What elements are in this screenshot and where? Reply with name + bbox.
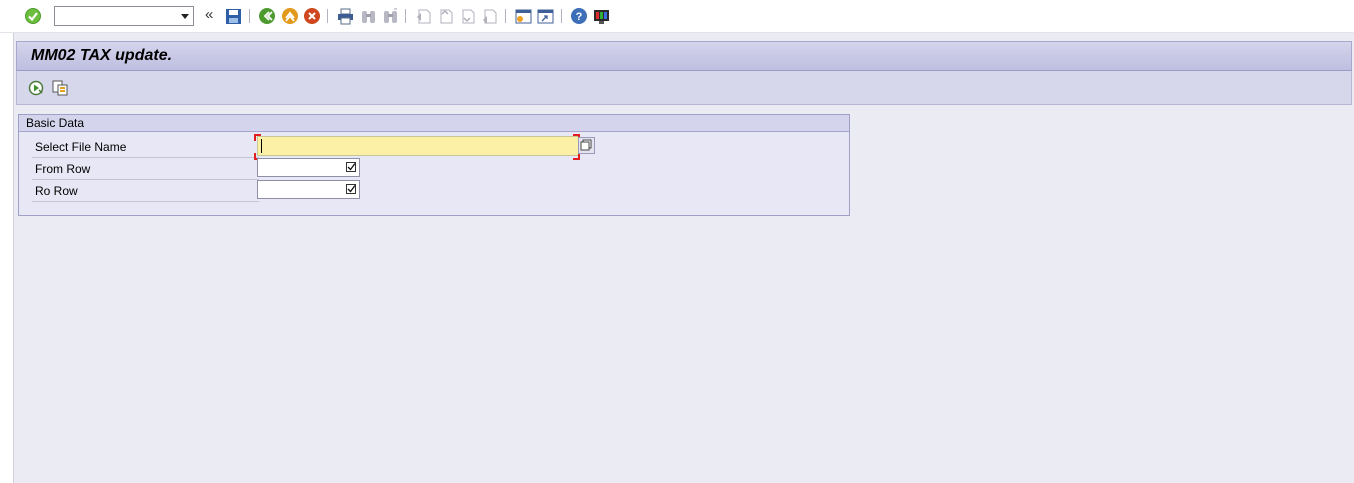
back-icon[interactable]	[257, 6, 277, 26]
print-icon[interactable]	[335, 6, 355, 26]
toolbar-separator	[249, 9, 250, 23]
main-area: MM02 TAX update. Basic Data Select File …	[13, 33, 1354, 483]
save-icon[interactable]	[223, 6, 243, 26]
checkbox-icon[interactable]	[346, 162, 356, 172]
text-cursor	[261, 139, 262, 153]
application-toolbar	[16, 71, 1352, 105]
help-icon[interactable]: ?	[569, 6, 589, 26]
shortcut-icon[interactable]	[535, 6, 555, 26]
checkbox-icon[interactable]	[346, 184, 356, 194]
customize-layout-icon[interactable]	[591, 6, 611, 26]
ro-row-row: Ro Row	[32, 180, 259, 202]
execute-icon[interactable]	[26, 78, 46, 98]
find-next-icon[interactable]	[380, 6, 400, 26]
command-field[interactable]	[54, 6, 194, 26]
chevron-down-icon[interactable]	[181, 14, 189, 19]
first-page-icon[interactable]	[413, 6, 433, 26]
select-file-name-row: Select File Name	[32, 136, 259, 158]
exit-icon[interactable]	[280, 6, 300, 26]
file-browse-button[interactable]	[578, 137, 595, 154]
toolbar-separator	[405, 9, 406, 23]
standard-toolbar: « ?	[0, 0, 1354, 33]
copy-icon	[580, 139, 592, 151]
cancel-icon[interactable]	[302, 6, 322, 26]
toolbar-separator	[505, 9, 506, 23]
select-file-name-label: Select File Name	[35, 140, 127, 154]
get-variant-icon[interactable]	[50, 78, 70, 98]
select-file-name-field[interactable]	[257, 136, 580, 156]
next-page-icon[interactable]	[457, 6, 477, 26]
toolbar-separator	[561, 9, 562, 23]
collapse-command-field-button[interactable]: «	[205, 6, 213, 24]
required-marker	[254, 134, 261, 141]
enter-icon[interactable]	[23, 6, 43, 26]
title-bar: MM02 TAX update.	[16, 41, 1352, 71]
previous-page-icon[interactable]	[435, 6, 455, 26]
from-row-field[interactable]	[257, 158, 360, 177]
ro-row-field[interactable]	[257, 180, 360, 199]
ro-row-label: Ro Row	[35, 184, 78, 198]
from-row-row: From Row	[32, 158, 259, 180]
create-session-icon[interactable]	[513, 6, 533, 26]
from-row-label: From Row	[35, 162, 91, 176]
toolbar-separator	[327, 9, 328, 23]
group-title-bar: Basic Data	[19, 115, 849, 132]
svg-text:?: ?	[576, 11, 583, 23]
find-icon[interactable]	[358, 6, 378, 26]
group-title: Basic Data	[26, 116, 85, 130]
basic-data-group: Basic Data Select File Name From Row Ro …	[18, 114, 850, 216]
page-title: MM02 TAX update.	[31, 47, 173, 64]
last-page-icon[interactable]	[479, 6, 499, 26]
